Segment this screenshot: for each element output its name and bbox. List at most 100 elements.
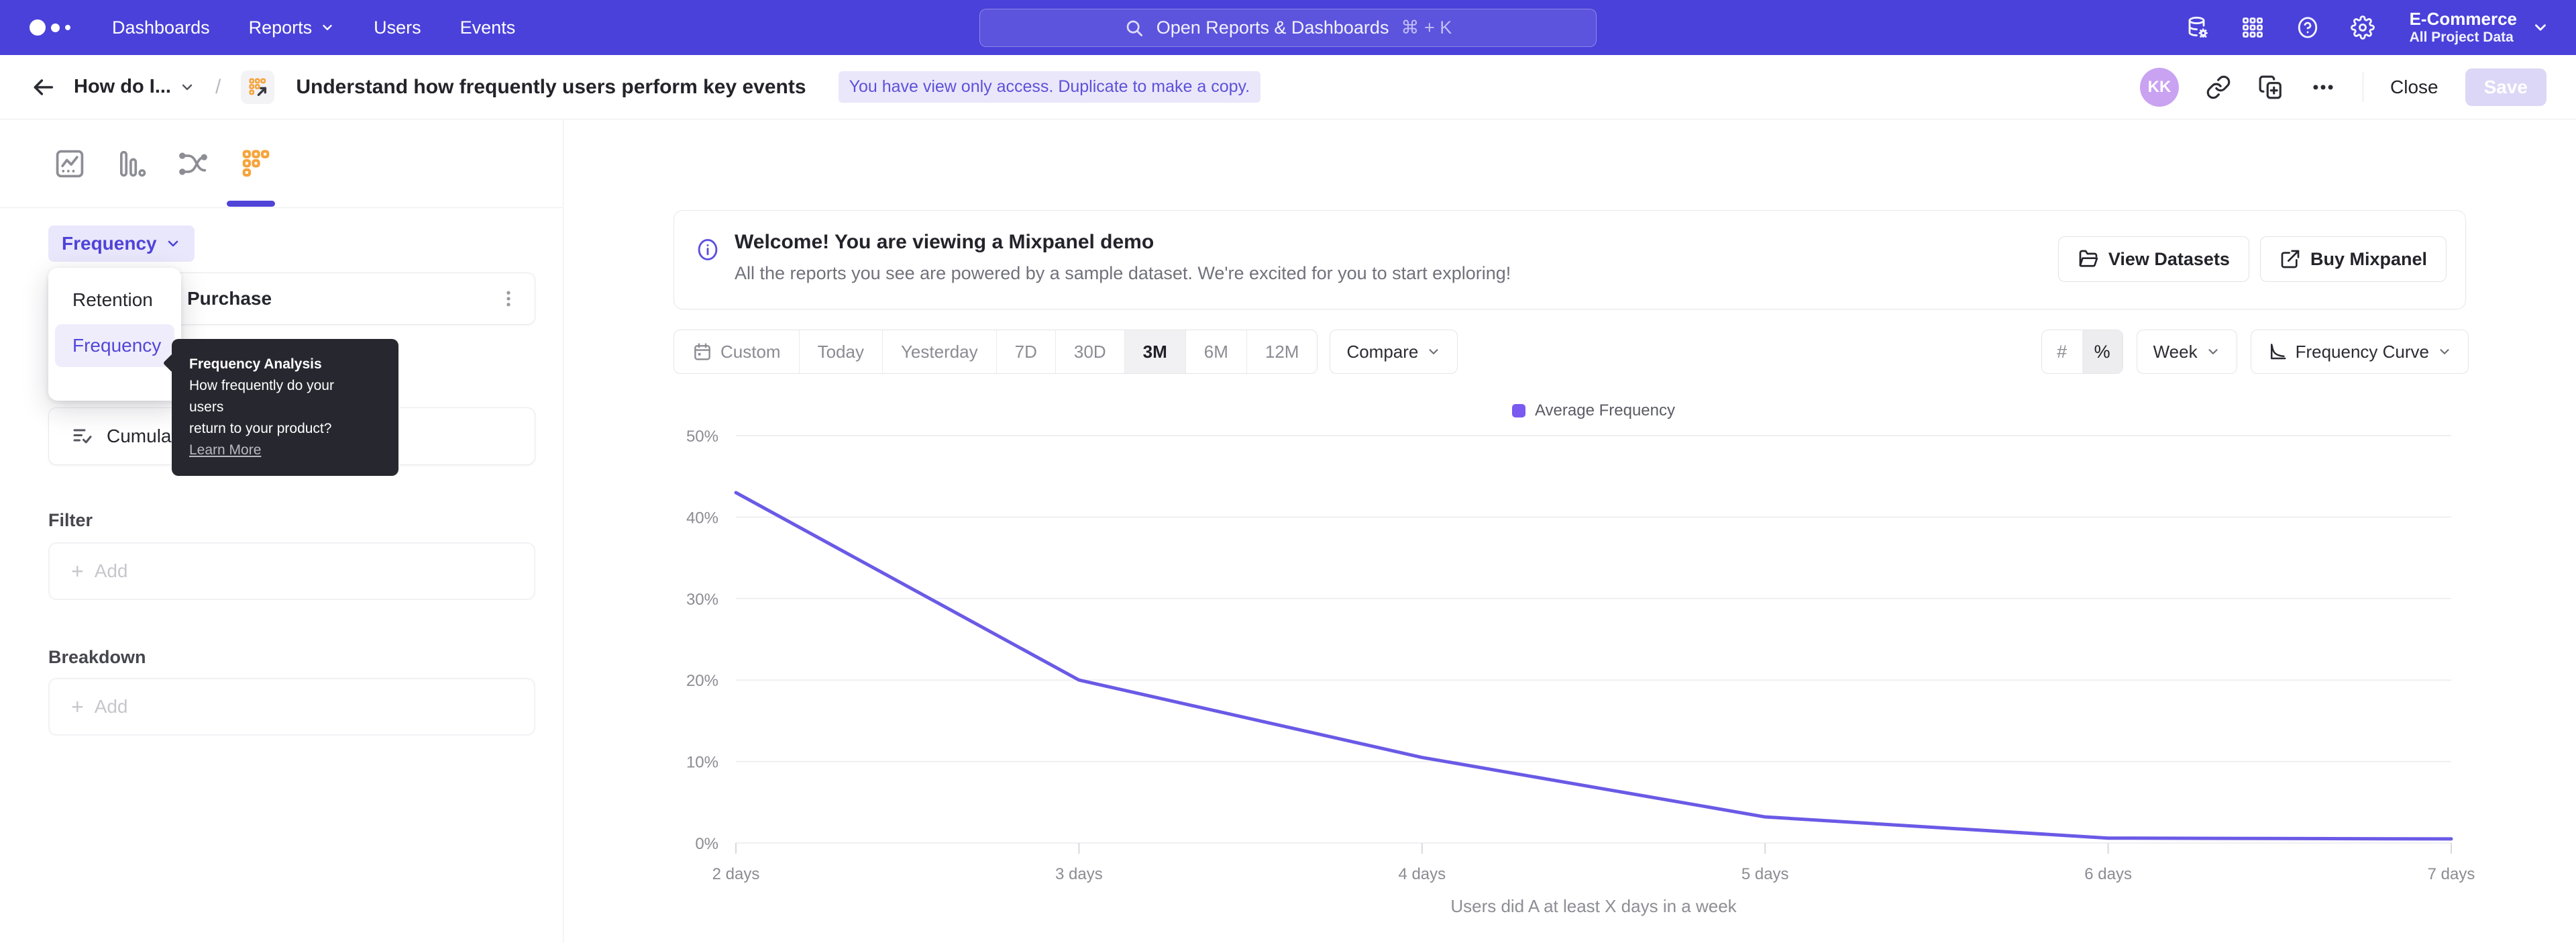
chevron-down-icon — [320, 20, 335, 35]
avatar[interactable]: KK — [2140, 68, 2179, 107]
buy-mixpanel-button[interactable]: Buy Mixpanel — [2260, 236, 2447, 282]
event-name: Purchase — [187, 288, 272, 309]
banner-actions: View Datasets Buy Mixpanel — [2058, 236, 2447, 282]
interval-label: Week — [2153, 342, 2198, 362]
date-range-30d[interactable]: 30D — [1055, 330, 1124, 373]
date-range-picker: Custom Today Yesterday 7D 30D 3M 6M 12M — [674, 330, 1318, 374]
chart-controls-right: # % Week Frequency Curve — [2041, 330, 2469, 374]
svg-text:6 days: 6 days — [2084, 865, 2132, 883]
frequency-curve-icon — [2267, 342, 2288, 362]
report-header-right: KK Close Save — [2140, 68, 2546, 107]
svg-text:40%: 40% — [686, 509, 718, 527]
legend-label: Average Frequency — [1535, 401, 1675, 420]
report-header-bar: How do I... / Understand — [0, 55, 2576, 119]
tooltip-line: return to your product? — [189, 418, 381, 440]
more-options-icon[interactable] — [2310, 75, 2336, 100]
top-nav-right: E-Commerce All Project Data — [2186, 0, 2549, 55]
search-shortcut: ⌘ + K — [1401, 17, 1452, 38]
tooltip-line: users — [189, 397, 381, 418]
legend-swatch — [1512, 404, 1525, 417]
nav-item-reports[interactable]: Reports — [249, 17, 335, 38]
save-button[interactable]: Save — [2465, 68, 2546, 106]
date-range-12m[interactable]: 12M — [1246, 330, 1318, 373]
data-management-icon[interactable] — [2186, 15, 2210, 40]
view-only-badge[interactable]: You have view only access. Duplicate to … — [839, 71, 1261, 103]
calendar-icon — [692, 342, 712, 362]
dropdown-item-frequency[interactable]: Frequency — [55, 324, 174, 367]
close-button[interactable]: Close — [2390, 77, 2438, 98]
chart-type-dropdown[interactable]: Frequency Curve — [2251, 330, 2469, 374]
mixpanel-logo-icon[interactable] — [30, 19, 70, 36]
report-type-tabs — [0, 119, 563, 208]
date-range-custom[interactable]: Custom — [674, 330, 799, 373]
view-datasets-label: View Datasets — [2108, 249, 2230, 270]
active-tab-indicator — [227, 201, 275, 207]
dropdown-item-retention[interactable]: Retention — [55, 279, 174, 321]
learn-more-link[interactable]: Learn More — [189, 442, 261, 458]
tab-flows[interactable] — [174, 145, 212, 183]
duplicate-icon[interactable] — [2258, 75, 2284, 100]
chevron-down-icon — [179, 79, 195, 95]
settings-gear-icon[interactable] — [2351, 15, 2375, 40]
breadcrumb-label: How do I... — [74, 76, 171, 98]
global-search-input[interactable]: Open Reports & Dashboards ⌘ + K — [979, 9, 1597, 47]
apps-grid-icon[interactable] — [2241, 15, 2265, 40]
chevron-down-icon — [165, 236, 181, 252]
nav-item-label: Events — [460, 17, 516, 38]
chevron-down-icon — [2437, 344, 2452, 359]
search-icon — [1124, 18, 1144, 38]
nav-item-users[interactable]: Users — [374, 17, 421, 38]
mixpanel-frequency-report-page: Dashboards Reports Users Events Open Rep… — [0, 0, 2576, 943]
help-icon[interactable] — [2296, 15, 2320, 40]
tab-retention[interactable] — [236, 145, 274, 183]
banner-subtitle: All the reports you see are powered by a… — [735, 263, 1511, 284]
breakdown-add-button[interactable]: + Add — [48, 678, 535, 736]
copy-link-icon[interactable] — [2206, 75, 2231, 100]
date-range-yesterday[interactable]: Yesterday — [882, 330, 996, 373]
folder-icon — [2078, 248, 2099, 270]
frequency-curve-chart[interactable]: 0%10%20%30%40%50%2 days3 days4 days5 day… — [671, 423, 2482, 893]
tab-funnels[interactable] — [113, 145, 150, 183]
compare-button[interactable]: Compare — [1330, 330, 1458, 374]
buy-mixpanel-label: Buy Mixpanel — [2310, 249, 2427, 270]
project-name: E-Commerce — [2410, 9, 2517, 30]
date-range-3m[interactable]: 3M — [1124, 330, 1185, 373]
nav-item-dashboards[interactable]: Dashboards — [112, 17, 210, 38]
compare-label: Compare — [1346, 342, 1418, 362]
interval-dropdown[interactable]: Week — [2137, 330, 2237, 374]
measurement-dropdown-menu: Retention Frequency — [48, 268, 181, 401]
date-range-7d[interactable]: 7D — [996, 330, 1055, 373]
legend-item-average-frequency[interactable]: Average Frequency — [1512, 401, 1675, 420]
chevron-down-icon — [2206, 344, 2220, 359]
tab-insights[interactable] — [51, 145, 89, 183]
list-check-icon — [70, 424, 95, 448]
svg-text:4 days: 4 days — [1398, 865, 1446, 883]
view-datasets-button[interactable]: View Datasets — [2058, 236, 2249, 282]
toggle-absolute-number[interactable]: # — [2042, 330, 2082, 373]
back-arrow-icon[interactable] — [30, 74, 56, 101]
add-label: Add — [95, 560, 128, 582]
project-scope: All Project Data — [2410, 30, 2517, 46]
filter-add-button[interactable]: + Add — [48, 542, 535, 600]
svg-text:2 days: 2 days — [712, 865, 760, 883]
add-label: Add — [95, 696, 128, 717]
project-selector[interactable]: E-Commerce All Project Data — [2410, 9, 2549, 46]
breadcrumb-separator: / — [215, 76, 221, 99]
report-main-area: Welcome! You are viewing a Mixpanel demo… — [564, 119, 2576, 943]
nav-item-events[interactable]: Events — [460, 17, 516, 38]
kebab-menu-icon[interactable] — [498, 287, 519, 310]
retention-report-icon — [241, 70, 274, 104]
svg-text:10%: 10% — [686, 754, 718, 772]
svg-text:0%: 0% — [695, 835, 718, 853]
chart-legend: Average Frequency — [736, 401, 2451, 420]
plus-icon: + — [71, 696, 84, 717]
date-range-6m[interactable]: 6M — [1185, 330, 1246, 373]
measurement-dropdown-button[interactable]: Frequency — [48, 226, 195, 262]
demo-welcome-banner: Welcome! You are viewing a Mixpanel demo… — [674, 210, 2466, 309]
date-range-today[interactable]: Today — [799, 330, 882, 373]
value-format-toggle: # % — [2041, 330, 2123, 374]
breadcrumb[interactable]: How do I... — [74, 76, 195, 98]
query-builder-sidebar: Frequency Purchase Retention Frequency F… — [0, 119, 564, 943]
toggle-percentage[interactable]: % — [2082, 330, 2123, 373]
top-nav-links: Dashboards Reports Users Events — [112, 17, 515, 38]
